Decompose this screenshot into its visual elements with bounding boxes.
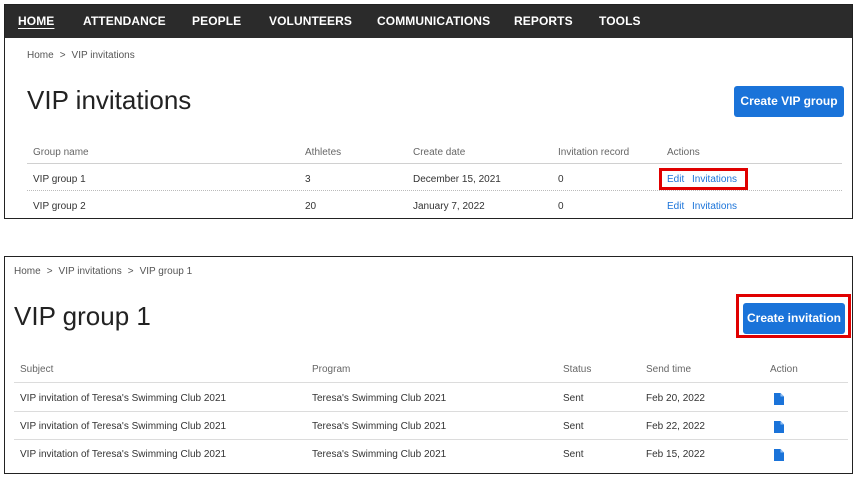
group-name-cell: VIP group 2 (33, 201, 86, 212)
top-navbar: HOME ATTENDANCE PEOPLE VOLUNTEERS COMMUN… (5, 5, 852, 38)
edit-link[interactable]: Edit (667, 168, 684, 191)
table-row: VIP group 2 20 January 7, 2022 0 Edit In… (27, 195, 842, 218)
breadcrumb-separator: > (59, 50, 66, 61)
breadcrumb-home[interactable]: Home (14, 266, 41, 277)
nav-people[interactable]: PEOPLE (192, 5, 241, 38)
breadcrumb-current: VIP invitations (71, 50, 135, 61)
table-row: VIP group 1 3 December 15, 2021 0 Edit I… (27, 168, 842, 191)
create-date-cell: December 15, 2021 (413, 174, 501, 185)
subject-cell: VIP invitation of Teresa's Swimming Club… (20, 393, 227, 404)
subject-cell: VIP invitation of Teresa's Swimming Club… (20, 421, 227, 432)
col-send-time: Send time (646, 364, 692, 375)
create-vip-group-button[interactable]: Create VIP group (734, 86, 844, 117)
nav-home[interactable]: HOME (18, 5, 54, 38)
vip-invitations-panel: HOME ATTENDANCE PEOPLE VOLUNTEERS COMMUN… (4, 4, 853, 219)
col-create-date: Create date (413, 147, 466, 158)
create-date-cell: January 7, 2022 (413, 201, 485, 212)
breadcrumb-separator: > (127, 266, 134, 277)
athletes-cell: 3 (305, 174, 311, 185)
edit-link[interactable]: Edit (667, 195, 684, 218)
send-time-cell: Feb 22, 2022 (646, 421, 705, 432)
col-actions: Actions (667, 147, 700, 158)
page-title: VIP group 1 (14, 301, 151, 331)
col-status: Status (563, 364, 592, 375)
create-invitation-button[interactable]: Create invitation (743, 303, 845, 334)
program-cell: Teresa's Swimming Club 2021 (312, 393, 447, 404)
table-row: VIP invitation of Teresa's Swimming Club… (14, 414, 848, 440)
subject-cell: VIP invitation of Teresa's Swimming Club… (20, 449, 227, 460)
athletes-cell: 20 (305, 201, 317, 212)
table-row: VIP invitation of Teresa's Swimming Club… (14, 386, 848, 412)
page-title: VIP invitations (27, 85, 192, 115)
nav-tools[interactable]: TOOLS (599, 5, 641, 38)
nav-reports[interactable]: REPORTS (514, 5, 573, 38)
breadcrumb-vip-invitations[interactable]: VIP invitations (59, 266, 122, 277)
col-action: Action (770, 364, 798, 375)
nav-volunteers[interactable]: VOLUNTEERS (269, 5, 352, 38)
nav-communications[interactable]: COMMUNICATIONS (377, 5, 490, 38)
group-name-cell: VIP group 1 (33, 174, 86, 185)
send-time-cell: Feb 15, 2022 (646, 449, 705, 460)
status-cell: Sent (563, 393, 584, 404)
status-cell: Sent (563, 421, 584, 432)
document-icon[interactable] (774, 449, 784, 461)
status-cell: Sent (563, 449, 584, 460)
breadcrumb: Home > VIP invitations > VIP group 1 (14, 266, 192, 277)
table-header: Subject Program Status Send time Action (14, 357, 848, 383)
breadcrumb: Home > VIP invitations (27, 50, 135, 61)
col-group-name: Group name (33, 147, 89, 158)
invitation-record-cell: 0 (558, 201, 564, 212)
send-time-cell: Feb 20, 2022 (646, 393, 705, 404)
col-program: Program (312, 364, 351, 375)
breadcrumb-current: VIP group 1 (139, 266, 193, 277)
nav-attendance[interactable]: ATTENDANCE (83, 5, 166, 38)
program-cell: Teresa's Swimming Club 2021 (312, 421, 447, 432)
invitations-link[interactable]: Invitations (692, 168, 737, 191)
program-cell: Teresa's Swimming Club 2021 (312, 449, 447, 460)
document-icon[interactable] (774, 421, 784, 433)
invitations-link[interactable]: Invitations (692, 195, 737, 218)
document-icon[interactable] (774, 393, 784, 405)
table-header: Group name Athletes Create date Invitati… (27, 141, 842, 164)
invitation-record-cell: 0 (558, 174, 564, 185)
col-athletes: Athletes (305, 147, 342, 158)
col-invitation-record: Invitation record (558, 147, 630, 158)
col-subject: Subject (20, 364, 54, 375)
breadcrumb-separator: > (46, 266, 53, 277)
vip-group-panel: Home > VIP invitations > VIP group 1 VIP gro… (4, 256, 853, 474)
table-row: VIP invitation of Teresa's Swimming Club… (14, 442, 848, 468)
breadcrumb-home[interactable]: Home (27, 50, 54, 61)
